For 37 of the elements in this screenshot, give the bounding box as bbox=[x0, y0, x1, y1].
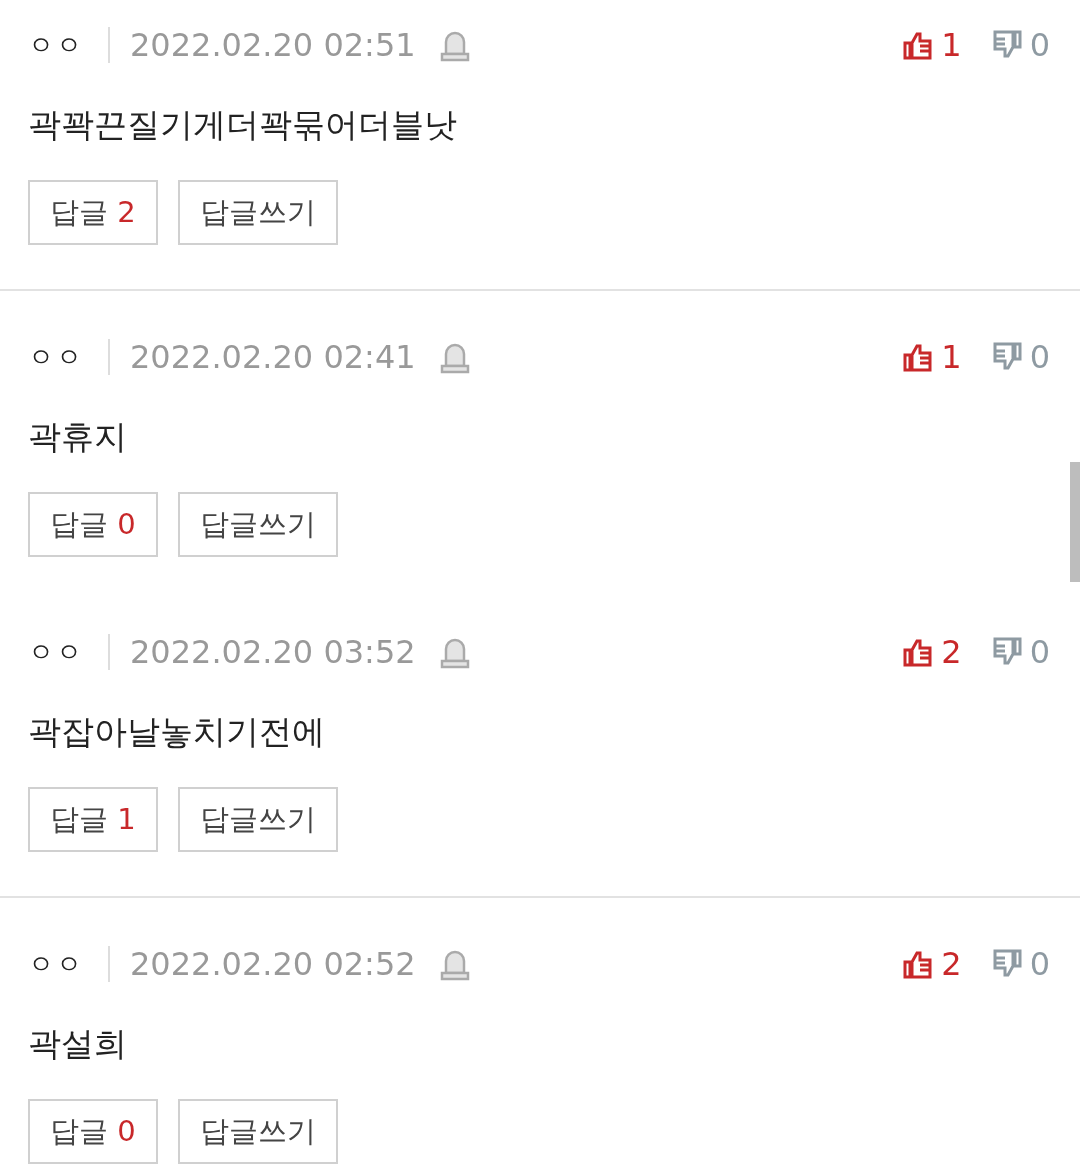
replies-button[interactable]: 답글 0 bbox=[28, 492, 158, 557]
dislike-count: 0 bbox=[1029, 945, 1050, 983]
comment-text: 곽설희 bbox=[28, 1024, 128, 1064]
like-count: 2 bbox=[941, 633, 962, 671]
thumbs-up-icon[interactable] bbox=[903, 949, 934, 979]
write-reply-button[interactable]: 답글쓰기 bbox=[177, 180, 338, 245]
scrollbar[interactable] bbox=[1070, 462, 1080, 582]
write-reply-button[interactable]: 답글쓰기 bbox=[177, 492, 338, 557]
dislike-count: 0 bbox=[1029, 26, 1050, 64]
thumbs-down-icon[interactable] bbox=[991, 637, 1022, 667]
thumbs-down-icon[interactable] bbox=[991, 342, 1022, 372]
author-name: ㅇㅇ bbox=[28, 947, 84, 981]
write-reply-button[interactable]: 답글쓰기 bbox=[177, 1099, 338, 1164]
comment-text: 곽꽉끈질기게더꽉묶어더블낫 bbox=[28, 105, 458, 145]
comment-date: 2022.02.20 02:51 bbox=[130, 26, 416, 64]
like-count: 2 bbox=[941, 945, 962, 983]
thumbs-up-icon[interactable] bbox=[903, 342, 934, 372]
thumbs-up-icon[interactable] bbox=[903, 30, 934, 60]
comment-date: 2022.02.20 02:41 bbox=[130, 338, 416, 376]
comment-text: 곽잡아날놓치기전에 bbox=[28, 712, 326, 752]
like-count: 1 bbox=[941, 26, 962, 64]
dislike-count: 0 bbox=[1029, 633, 1050, 671]
author-name: ㅇㅇ bbox=[28, 340, 84, 374]
author-name: ㅇㅇ bbox=[28, 28, 84, 62]
thumbs-down-icon[interactable] bbox=[991, 949, 1022, 979]
replies-button[interactable]: 답글 1 bbox=[28, 787, 158, 852]
replies-button[interactable]: 답글 2 bbox=[28, 180, 158, 245]
author-name: ㅇㅇ bbox=[28, 635, 84, 669]
write-reply-button[interactable]: 답글쓰기 bbox=[177, 787, 338, 852]
comment-date: 2022.02.20 03:52 bbox=[130, 633, 416, 671]
replies-button[interactable]: 답글 0 bbox=[28, 1099, 158, 1164]
comment-date: 2022.02.20 02:52 bbox=[130, 945, 416, 983]
like-count: 1 bbox=[941, 338, 962, 376]
thumbs-down-icon[interactable] bbox=[991, 30, 1022, 60]
thumbs-up-icon[interactable] bbox=[903, 637, 934, 667]
comment-text: 곽휴지 bbox=[28, 417, 128, 457]
dislike-count: 0 bbox=[1029, 338, 1050, 376]
